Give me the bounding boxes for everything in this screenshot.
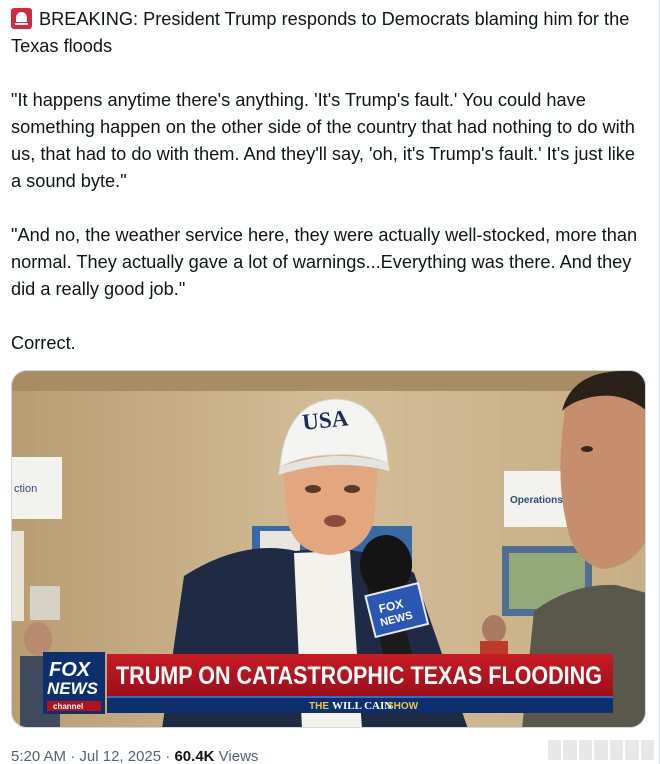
interviewer-face xyxy=(560,375,645,569)
wall-sign-left-text: ction xyxy=(14,483,37,495)
cap-text: USA xyxy=(301,405,350,435)
video-frame: ction Operations Se USA FOX NEWS FOX NEW… xyxy=(12,371,645,727)
chyron-show-bar-accent xyxy=(107,696,613,698)
tweet-time[interactable]: 5:20 AM xyxy=(11,748,66,764)
background-person-2-head xyxy=(482,615,506,643)
tweet-headline: BREAKING: President Trump responds to De… xyxy=(11,9,630,56)
tweet-headline-paragraph: BREAKING: President Trump responds to De… xyxy=(11,6,647,60)
tweet-quote-1: "It happens anytime there's anything. 'I… xyxy=(11,90,636,191)
tweet-quote-2: "And no, the weather service here, they … xyxy=(11,225,638,299)
interviewer-eye xyxy=(581,446,593,452)
left-shelf xyxy=(30,586,60,620)
ceiling-trim xyxy=(12,371,645,391)
meta-separator: · xyxy=(70,748,76,764)
views-count: 60.4K xyxy=(174,748,215,764)
speaker-mouth xyxy=(324,515,346,527)
speaker-eye-right xyxy=(344,485,360,493)
background-person-head xyxy=(24,622,52,656)
tweet-closing: Correct. xyxy=(11,333,76,353)
tweet-video[interactable]: ction Operations Se USA FOX NEWS FOX NEW… xyxy=(11,370,646,728)
watermark-overlay xyxy=(548,740,654,760)
tweet-metadata: 5:20 AM · Jul 12, 2025 · 60.4K Views xyxy=(11,748,258,764)
chyron-show-suffix: SHOW xyxy=(387,701,419,712)
views-label: Views xyxy=(218,748,259,764)
tweet-date[interactable]: Jul 12, 2025 xyxy=(79,748,161,764)
tweet-body: BREAKING: President Trump responds to De… xyxy=(11,6,647,357)
chyron-headline: TRUMP ON CATASTROPHIC TEXAS FLOODING xyxy=(116,662,602,690)
chyron-show-prefix: THE xyxy=(309,701,329,712)
speaker-eye-left xyxy=(305,485,321,493)
network-logo-line-1: FOX xyxy=(49,659,92,681)
meta-separator: · xyxy=(165,748,171,764)
left-poster xyxy=(12,531,24,621)
network-logo-line-2: NEWS xyxy=(47,679,99,698)
siren-icon xyxy=(11,8,32,29)
network-logo-line-3: channel xyxy=(53,702,83,711)
chyron-show-name: WILL CAIN xyxy=(332,700,392,712)
